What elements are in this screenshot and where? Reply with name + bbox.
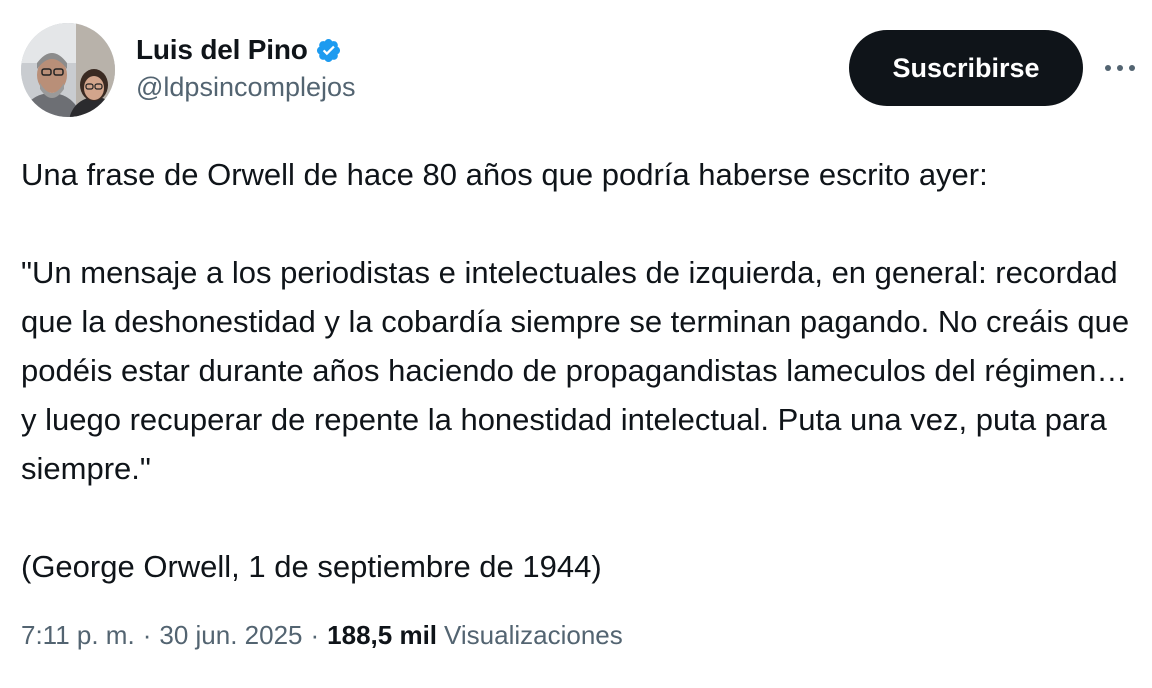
avatar-photo bbox=[21, 23, 115, 117]
avatar[interactable] bbox=[21, 23, 115, 117]
tweet-meta: 7:11 p. m. · 30 jun. 2025 · 188,5 mil Vi… bbox=[21, 620, 623, 651]
tweet-quote-paragraph: "Un mensaje a los periodistas e intelect… bbox=[21, 255, 1138, 486]
tweet-attribution-paragraph: (George Orwell, 1 de septiembre de 1944) bbox=[21, 549, 602, 584]
tweet-date[interactable]: 30 jun. 2025 bbox=[159, 620, 302, 651]
meta-separator: · bbox=[142, 620, 152, 650]
tweet-card: Luis del Pino @ldpsincomplejos Suscribir… bbox=[0, 0, 1152, 688]
tweet-time[interactable]: 7:11 p. m. bbox=[21, 620, 135, 651]
author-name-row: Luis del Pino bbox=[136, 30, 342, 70]
display-name[interactable]: Luis del Pino bbox=[136, 34, 308, 66]
subscribe-button[interactable]: Suscribirse bbox=[849, 30, 1083, 106]
tweet-paragraph: Una frase de Orwell de hace 80 años que … bbox=[21, 157, 988, 192]
author-handle[interactable]: @ldpsincomplejos bbox=[136, 72, 356, 103]
tweet-text: Una frase de Orwell de hace 80 años que … bbox=[21, 150, 1131, 591]
views-label: Visualizaciones bbox=[444, 620, 623, 650]
views-count: 188,5 mil bbox=[327, 620, 438, 650]
more-options-icon[interactable] bbox=[1098, 50, 1142, 86]
meta-separator: · bbox=[310, 620, 320, 650]
verified-badge-icon[interactable] bbox=[315, 37, 342, 64]
